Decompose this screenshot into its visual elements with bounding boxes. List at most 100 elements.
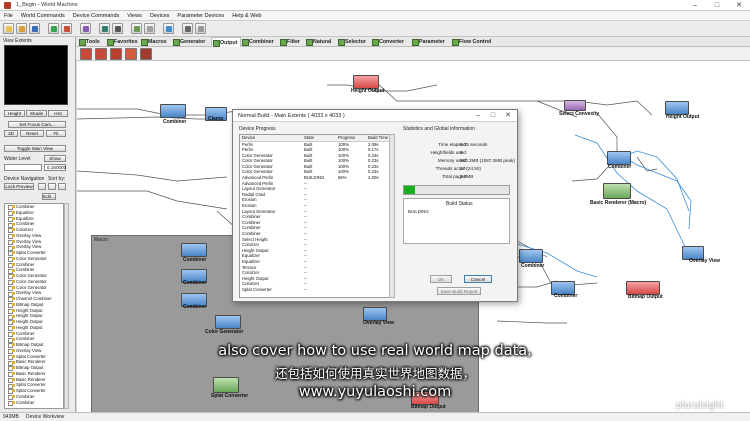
build-button[interactable] (48, 23, 59, 34)
combiner-node-2[interactable] (607, 151, 631, 165)
menu-help[interactable]: Help & Web (228, 11, 265, 21)
explorer-button[interactable] (163, 23, 174, 34)
dialog-close-button[interactable]: ✕ (501, 111, 515, 121)
menu-devices[interactable]: Devices (146, 11, 174, 21)
lock-preview-button[interactable]: Lock Preview (4, 183, 34, 190)
device-tab-strip: Tools Favorites Macros Generator Output … (76, 37, 750, 47)
overlay-view-device-icon[interactable] (140, 48, 152, 60)
menu-views[interactable]: Views (123, 11, 146, 21)
show-water-button[interactable]: Show (44, 155, 66, 162)
tab-combiner[interactable]: Combiner (241, 37, 279, 47)
height-output-node[interactable] (353, 75, 379, 89)
bitmap-output-node[interactable] (626, 281, 660, 295)
build-settings-button[interactable] (61, 23, 72, 34)
edit-device-button[interactable]: Edit... (42, 193, 56, 200)
combiner-node[interactable] (160, 104, 186, 118)
tab-flow-control[interactable]: Flow Control (451, 37, 496, 47)
stat-value: 17 (24.50) (460, 166, 481, 171)
menu-file[interactable]: File (0, 11, 17, 21)
tab-favorites[interactable]: Favorites (106, 37, 140, 47)
dialog-minimize-button[interactable]: – (471, 111, 485, 121)
preview-viewport[interactable] (4, 45, 68, 105)
overlay-view-node-2-label: Overlay View (363, 320, 395, 326)
shade-view-button[interactable]: Shade (26, 110, 47, 117)
set-focus-camera-button[interactable]: Set Focus Cam... (8, 121, 66, 128)
stat-label: Threads active: (435, 166, 467, 171)
stat-label: Time elapsed: (438, 142, 467, 147)
height-output-device-icon[interactable] (80, 48, 92, 60)
normal-build-dialog: Normal Build - Main Extents ( 4033 x 403… (232, 109, 518, 302)
title-bar: 1_Begin - World Machine – □ ✕ (0, 0, 750, 11)
sort-alpha-button[interactable] (38, 183, 46, 190)
maximize-button[interactable]: □ (706, 0, 728, 11)
combiner-node-5[interactable] (181, 243, 207, 257)
save-world-button[interactable] (29, 23, 40, 34)
render-view-button[interactable] (144, 23, 155, 34)
statistics-label: Statistics and Global Information (403, 126, 475, 132)
tab-generator[interactable]: Generator (172, 37, 211, 47)
mesh-output-device-icon[interactable] (110, 48, 122, 60)
device-progress-label: Device Progress (239, 126, 276, 132)
bitmap-output-device-icon[interactable] (95, 48, 107, 60)
tab-parameter[interactable]: Parameter (411, 37, 451, 47)
3d-view-button[interactable]: 3D (4, 130, 18, 137)
cancel-button[interactable]: Cancel (464, 275, 492, 283)
stat-value: 963.2MB (1087.2MB peak) (460, 158, 515, 163)
menu-bar: File World Commands Device Commands Views De… (0, 11, 750, 21)
stat-value: 6.25 seconds (460, 142, 488, 147)
water-level-field[interactable]: 0.160000 (44, 164, 66, 171)
menu-device-commands[interactable]: Device Commands (69, 11, 123, 21)
fit-view-button[interactable]: Fit (46, 130, 66, 137)
select-convexity-node[interactable] (564, 100, 586, 111)
progress-table-cell: Splat Converter (242, 286, 272, 292)
menu-world-commands[interactable]: World Commands (17, 11, 69, 21)
device-list-item[interactable]: Combiner (5, 400, 63, 406)
height-output-node-2[interactable] (665, 101, 689, 115)
tab-converter[interactable]: Converter (371, 37, 411, 47)
tab-natural[interactable]: Natural (305, 37, 337, 47)
tiled-output-device-icon[interactable] (125, 48, 137, 60)
combiner-node-3[interactable] (519, 249, 543, 263)
dialog-title-bar: Normal Build - Main Extents ( 4033 x 403… (233, 110, 517, 122)
tab-selector[interactable]: Selector (337, 37, 371, 47)
height-view-button[interactable]: Height (4, 110, 25, 117)
combiner-node-5-label: Combiner (183, 257, 207, 263)
tab-filter[interactable]: Filter (279, 37, 305, 47)
water-level-label: Water Level (4, 156, 31, 162)
close-window-button[interactable]: ✕ (728, 0, 750, 11)
workview-status: Device Workview (26, 414, 65, 420)
basic-renderer-macro-node[interactable] (603, 183, 631, 199)
device-progress-table[interactable]: Device State Progress Build Time Perlin Built… (239, 134, 395, 298)
tab-output[interactable]: Output (211, 37, 241, 47)
save-build-report-button[interactable]: Save Build Report (437, 287, 481, 295)
ok-button[interactable]: OK (430, 275, 452, 283)
tab-macros[interactable]: Macros (140, 37, 172, 47)
minimize-button[interactable]: – (684, 0, 706, 11)
color-generator-node[interactable] (215, 315, 241, 329)
reset-view-button[interactable]: Reset (20, 130, 44, 137)
dialog-maximize-button[interactable]: □ (486, 111, 500, 121)
menu-parameter-devices[interactable]: Parameter Devices (173, 11, 228, 21)
water-level-slider[interactable] (4, 164, 42, 171)
terrain-view-button[interactable] (131, 23, 142, 34)
toggle-main-view-button[interactable]: Toggle Main View (4, 145, 66, 152)
tab-tools[interactable]: Tools (78, 37, 106, 47)
layout-view-button[interactable] (99, 23, 110, 34)
grid-view-button[interactable] (112, 23, 123, 34)
open-world-button[interactable] (16, 23, 27, 34)
overall-progress-bar (403, 185, 510, 195)
overlay-view-node-2[interactable] (363, 307, 387, 321)
device-palette (76, 47, 750, 61)
sort-type-button[interactable] (48, 183, 56, 190)
new-world-button[interactable] (3, 23, 14, 34)
combiner-node-2-label: Combiner (608, 164, 632, 170)
hybrid-view-button[interactable]: Hrd (48, 110, 68, 117)
device-progress-scrollbar[interactable] (389, 134, 395, 298)
world-settings-button[interactable] (80, 23, 91, 34)
clamp-node-label: Clamp (208, 116, 224, 122)
sort-order-button[interactable] (58, 183, 66, 190)
progress-table-cell: -- (304, 286, 307, 292)
group-button[interactable] (182, 23, 193, 34)
zoom-button[interactable] (195, 23, 206, 34)
window-title: 1_Begin - World Machine (16, 2, 78, 8)
